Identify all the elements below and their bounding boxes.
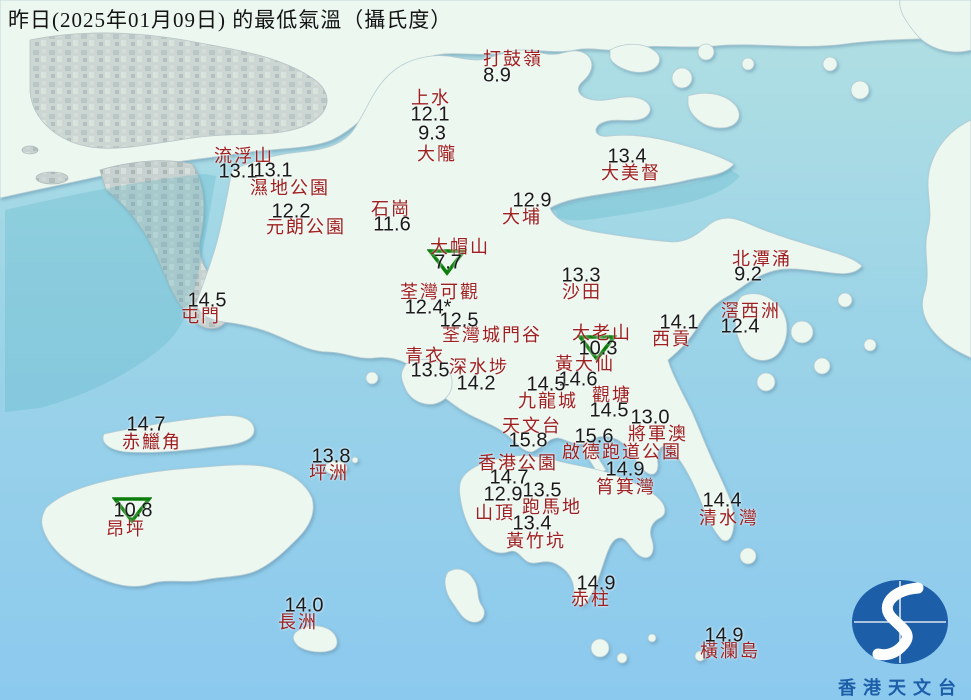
island-mb-2 [697, 43, 715, 61]
station-value: 14.2 [456, 372, 496, 395]
station-value: 12.4 [720, 315, 760, 338]
island-small-nw [35, 171, 69, 185]
island-sk-4 [837, 292, 853, 308]
island-po-toi [590, 638, 610, 658]
hko-min-temp-map-screen: 昨日(2025年01月09日) 的最低氣溫（攝氏度） 8.9 打鼓嶺 12.1 上水 9… [0, 0, 971, 700]
station-value: 13.8 [311, 445, 351, 468]
station-value: 14.1 [659, 311, 699, 334]
station-value: 10.8 [113, 499, 153, 522]
island-s1 [647, 633, 657, 643]
station-value: 15.6 [574, 425, 614, 448]
station-value: 8.9 [483, 64, 511, 87]
station-value: 14.5 [526, 373, 566, 396]
station-value: 7.7 [434, 251, 462, 274]
island-mb-5 [822, 56, 838, 72]
station-value: 13.4 [512, 512, 552, 535]
station-value: 14.5 [589, 399, 629, 422]
station-value: 12.9 [512, 189, 552, 212]
island-mb-1 [671, 67, 693, 89]
map-title: 昨日(2025年01月09日) 的最低氣溫（攝氏度） [8, 8, 453, 32]
station-value: 14.7 [126, 413, 166, 436]
station-value: 14.0 [284, 594, 324, 617]
station-value: 14.4 [702, 489, 742, 512]
station-value: 13.4 [607, 145, 647, 168]
station-value: 14.9 [576, 572, 616, 595]
hong-kong-base-map [0, 0, 971, 700]
hko-logo: 香港天文台 HONG KONG OBSERVATORY [830, 576, 971, 700]
island-mb-4 [850, 80, 870, 100]
station-value: 13.1 [253, 159, 293, 182]
station-value: 13.5 [522, 479, 562, 502]
station-value: 13.0 [630, 406, 670, 429]
station-value: 11.6 [373, 213, 411, 236]
island-sk-5 [863, 338, 877, 352]
station-value: 14.5 [187, 289, 227, 312]
island-sk-3 [756, 372, 776, 392]
island-small-nw2 [21, 145, 39, 155]
island-beaufort [616, 652, 628, 664]
hko-logo-chinese-name: 香港天文台 [838, 678, 963, 698]
island-sk-2 [813, 357, 831, 375]
station-value: 14.9 [605, 458, 645, 481]
station-value: 9.2 [734, 263, 762, 286]
island-small-peng [351, 456, 359, 464]
station-value: 13.1 [218, 160, 258, 183]
station-value: 13.3 [561, 264, 601, 287]
station-value: 14.9 [704, 624, 744, 647]
station-value: 13.5 [410, 359, 450, 382]
island-mb-3 [741, 57, 755, 71]
hko-logo-icon [852, 580, 948, 664]
island-tung-lung [739, 547, 757, 565]
station-value: 12.2 [271, 200, 311, 223]
station-value: 9.3 [418, 122, 446, 145]
station-value: 15.8 [508, 429, 548, 452]
island-ma-wan [365, 371, 379, 385]
station-value: 12.5 [439, 309, 479, 332]
station-value: 12.9 [483, 483, 523, 506]
station-value: 10.3 [578, 337, 618, 360]
island-sk-1 [790, 320, 814, 344]
